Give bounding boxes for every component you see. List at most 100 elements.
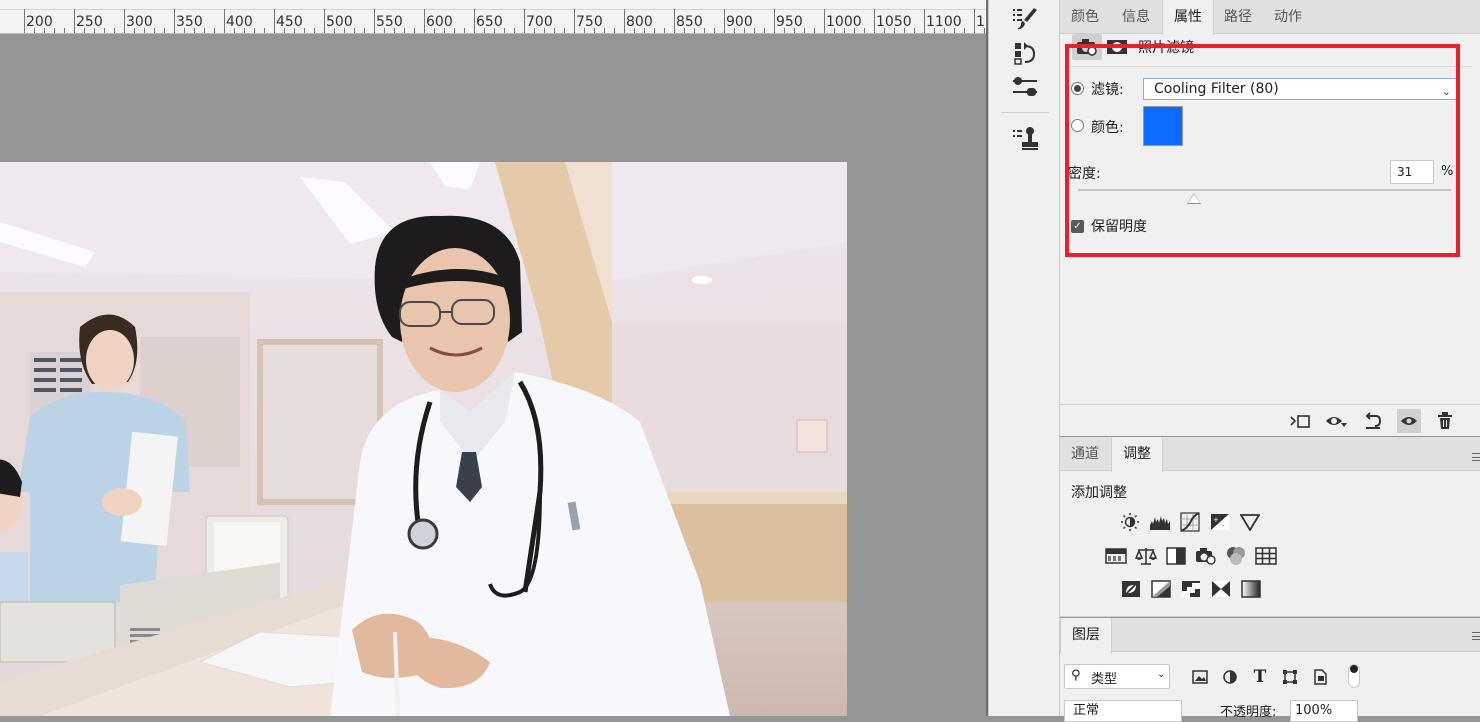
properties-footer [1060,404,1480,436]
trash-icon[interactable] [1433,409,1457,433]
ruler-minor-tick [914,28,915,33]
channel-mixer-icon[interactable] [1225,545,1247,567]
smart-object-filter-icon[interactable] [1310,667,1330,687]
selective-color-icon[interactable] [1210,578,1232,600]
ruler-major-tick [24,9,25,33]
curves-icon[interactable] [1179,511,1201,533]
ruler-label: 500 [326,14,353,30]
vibrance-icon[interactable] [1239,511,1261,533]
ruler-minor-tick [354,28,355,33]
ruler-minor-tick [864,28,865,33]
history-icon[interactable] [1010,38,1040,68]
ruler-minor-tick [264,28,265,33]
ruler-minor-tick [704,28,705,33]
ruler-label: 250 [76,14,103,30]
tab-layers[interactable]: 图层 [1060,618,1112,653]
photo-doctor-and-nurse [0,162,847,716]
layers-menu-icon[interactable] [1472,632,1480,640]
adjustments-sliders-icon[interactable] [1010,73,1040,103]
tab-properties[interactable]: 属性 [1162,0,1214,35]
ruler-major-tick [474,9,475,33]
filter-toggle-switch[interactable] [1348,664,1360,688]
exposure-icon[interactable]: + - [1209,511,1231,533]
ruler-major-tick [874,9,875,33]
ruler-label: 300 [126,14,153,30]
threshold-icon[interactable] [1180,578,1202,600]
horizontal-ruler: 200 250 300 350 400 450 500 550 600 650 700 750 800 8… [0,0,988,34]
color-lookup-icon[interactable] [1255,545,1277,567]
tab-info[interactable]: 信息 [1111,0,1161,34]
levels-icon[interactable] [1149,511,1171,533]
ruler-label: 1100 [926,14,962,30]
ruler-minor-tick [804,28,805,33]
ruler-major-tick [224,9,225,33]
adjustments-tabbar: 通道 调整 [1060,437,1480,472]
adjustment-filter-icon[interactable] [1220,667,1240,687]
tab-actions[interactable]: 动作 [1263,0,1313,34]
ruler-major-tick [324,9,325,33]
panel-icon-strip [988,0,1060,716]
clip-to-layer-icon[interactable] [1288,409,1312,433]
ruler-minor-tick [614,28,615,33]
tab-paths[interactable]: 路径 [1213,0,1263,34]
adjustments-heading: 添加调整 [1071,485,1127,501]
tab-channels[interactable]: 通道 [1060,437,1110,471]
ruler-minor-tick [364,28,365,33]
ruler-major-tick [724,9,725,33]
ruler-label: 900 [726,14,753,30]
ruler-minor-tick [504,28,505,33]
visibility-icon[interactable] [1397,409,1421,433]
ruler-minor-tick [104,28,105,33]
ruler-minor-tick [554,28,555,33]
blend-mode-dropdown[interactable]: 正常 [1064,700,1182,722]
ruler-minor-tick [54,28,55,33]
search-icon: ⚲ [1071,668,1081,683]
gradient-map-icon[interactable] [1240,578,1262,600]
ruler-minor-tick [514,28,515,33]
panel-menu-icon[interactable] [1472,453,1480,461]
ruler-major-tick [74,9,75,33]
ruler-major-tick [674,9,675,33]
brush-settings-icon[interactable] [1010,4,1040,34]
chevron-down-icon: ⌄ [1157,669,1166,680]
ruler-major-tick [824,9,825,33]
black-white-icon[interactable] [1165,545,1187,567]
posterize-icon[interactable] [1150,578,1172,600]
shape-filter-icon[interactable] [1280,667,1300,687]
ruler-minor-tick [404,28,405,33]
opacity-input[interactable]: 100% [1290,700,1358,722]
ruler-top-band [0,0,988,10]
ruler-label: 1050 [876,14,912,30]
invert-icon[interactable] [1120,578,1142,600]
ruler-label: 800 [626,14,653,30]
type-filter-icon[interactable]: T [1250,667,1270,687]
ruler-major-tick [424,9,425,33]
reset-icon[interactable] [1361,409,1385,433]
layer-filter-type: 类型 [1091,672,1118,687]
color-balance-icon[interactable] [1135,545,1157,567]
ruler-minor-tick [164,28,165,33]
tab-adjustments[interactable]: 调整 [1111,437,1163,472]
ruler-minor-tick [114,28,115,33]
ruler-minor-tick [604,28,605,33]
ruler-minor-tick [204,28,205,33]
ruler-minor-tick [64,28,65,33]
ruler-minor-tick [654,28,655,33]
hue-saturation-icon[interactable] [1105,545,1127,567]
tab-color[interactable]: 颜色 [1060,0,1110,34]
ruler-minor-tick [814,28,815,33]
view-previous-state-icon[interactable] [1325,409,1349,433]
ruler-minor-tick [764,28,765,33]
layer-filter-dropdown[interactable]: ⚲ 类型 ⌄ [1064,664,1170,689]
properties-panel: 颜色 信息 属性 路径 动作 照片滤镜 滤镜: Cooling Filter (… [1060,0,1480,436]
ruler-minor-tick [314,28,315,33]
ruler-minor-tick [664,28,665,33]
brightness-contrast-icon[interactable] [1119,511,1141,533]
ruler-minor-tick [564,28,565,33]
clone-source-icon[interactable] [1010,124,1040,154]
strip-separator [1001,112,1049,113]
photo-filter-icon[interactable] [1195,545,1217,567]
ruler-minor-tick [214,28,215,33]
ruler-major-tick [924,9,925,33]
image-filter-icon[interactable] [1190,667,1210,687]
